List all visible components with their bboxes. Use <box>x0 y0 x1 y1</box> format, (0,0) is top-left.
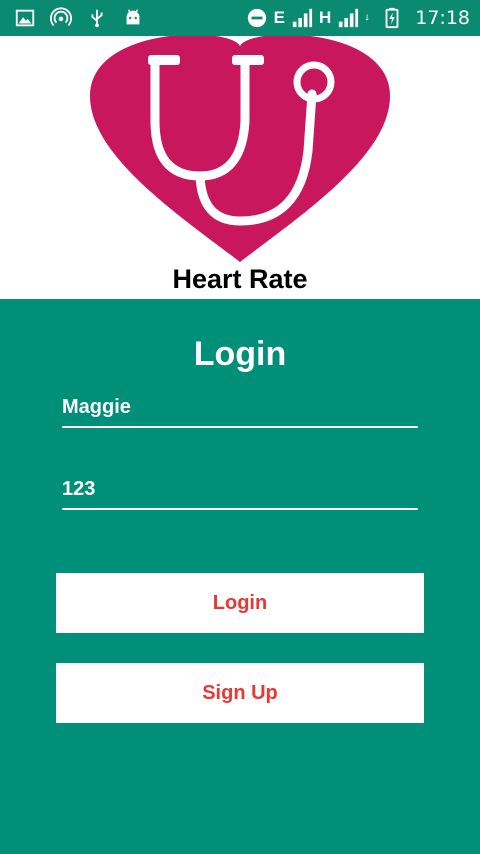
usb-icon <box>91 9 103 28</box>
data-activity-icon <box>365 14 369 21</box>
app-title: Heart Rate <box>172 264 308 294</box>
password-value: 123 <box>62 478 96 500</box>
heart-stethoscope-logo <box>90 36 390 262</box>
network-type-2: H <box>318 8 332 27</box>
android-debug-icon <box>126 9 140 25</box>
system-icons: E H 17:18 <box>246 4 470 32</box>
notification-icons <box>14 6 144 30</box>
username-value: Maggie <box>62 396 131 418</box>
login-panel: Login Maggie 123 Login Sign Up <box>0 299 480 854</box>
password-field[interactable]: 123 <box>62 478 418 510</box>
login-button[interactable]: Login <box>56 573 424 633</box>
do-not-disturb-icon <box>247 8 266 28</box>
hotspot-icon <box>50 7 72 26</box>
login-heading: Login <box>193 335 287 373</box>
status-bar: E H 17:18 <box>0 0 480 36</box>
network-type-1: E <box>273 8 285 27</box>
signup-button[interactable]: Sign Up <box>56 663 424 723</box>
app-header: Heart Rate <box>0 36 480 299</box>
clock: 17:18 <box>415 7 470 29</box>
battery-charging-icon <box>385 7 399 29</box>
signal-icon-2 <box>339 8 359 28</box>
gallery-icon <box>15 9 35 27</box>
username-field[interactable]: Maggie <box>62 396 418 428</box>
signal-icon-1 <box>292 8 313 28</box>
